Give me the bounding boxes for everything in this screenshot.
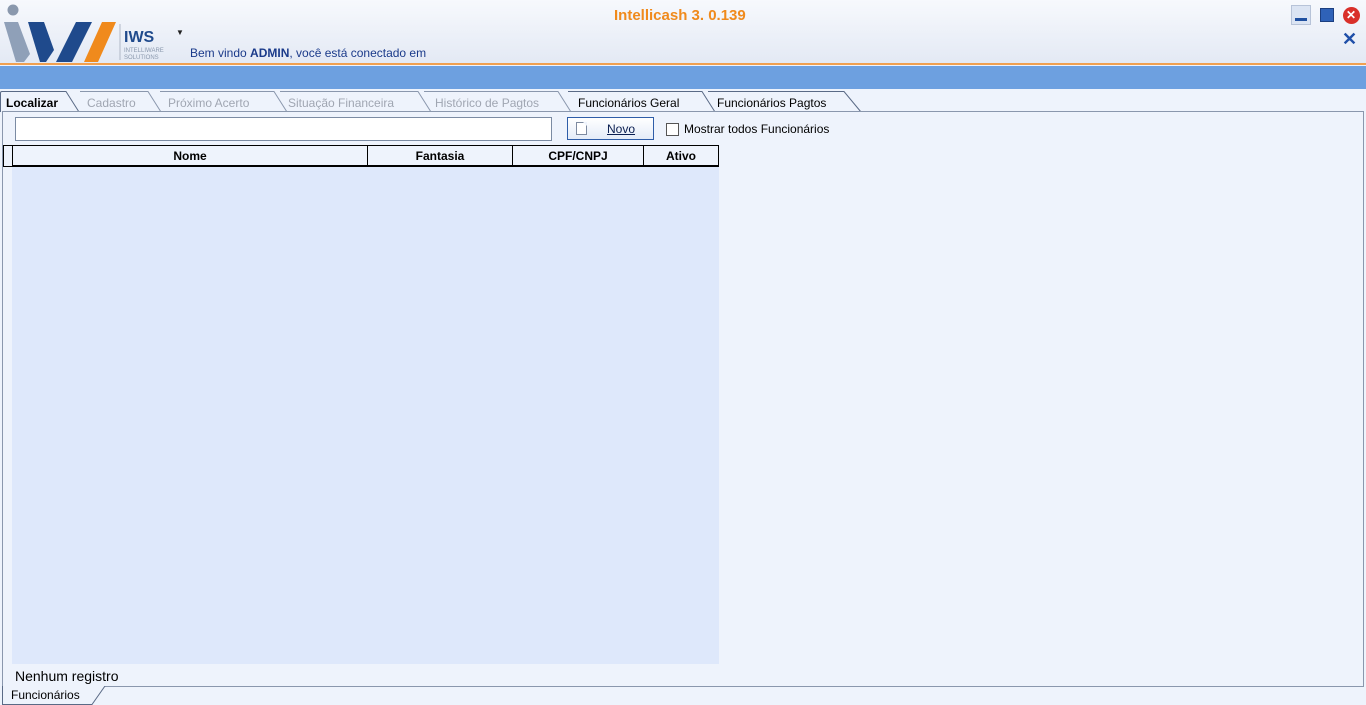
- novo-button[interactable]: Novo: [567, 117, 654, 140]
- column-header-ativo[interactable]: Ativo: [644, 146, 718, 165]
- tab-localizar[interactable]: Localizar: [0, 91, 80, 113]
- minimize-icon: [1295, 17, 1307, 21]
- tab-label: Funcionários Pagtos: [717, 96, 827, 110]
- grid-row-indicator-header: [3, 145, 12, 167]
- app-title: Intellicash 3. 0.139: [614, 7, 746, 24]
- maximize-button[interactable]: [1317, 5, 1337, 25]
- novo-button-label: Novo: [607, 121, 636, 136]
- grid-header: Nome Fantasia CPF/CNPJ Ativo: [12, 145, 719, 167]
- tab-funcionarios-pagtos[interactable]: Funcionários Pagtos: [704, 91, 862, 113]
- bottom-tab-funcionarios[interactable]: Funcionários: [2, 686, 106, 705]
- show-all-label: Mostrar todos Funcionários: [684, 122, 830, 136]
- app-header: IWS INTELLIWARE SOLUTIONS ▼ Bem vindo AD…: [0, 0, 1366, 64]
- tab-label: Situação Financeira: [288, 96, 395, 110]
- tab-proximo-acerto[interactable]: Próximo Acerto: [156, 91, 288, 113]
- logo-text: IWS: [124, 29, 155, 46]
- search-input[interactable]: [15, 117, 552, 141]
- iws-logo: IWS INTELLIWARE SOLUTIONS: [4, 4, 164, 62]
- column-header-nome[interactable]: Nome: [13, 146, 368, 165]
- header-divider: [0, 63, 1366, 65]
- logged-user: ADMIN: [250, 46, 290, 60]
- close-circle-icon: ✕: [1342, 6, 1360, 24]
- tab-label: Funcionários Geral: [578, 96, 680, 110]
- logo-subtext-2: SOLUTIONS: [124, 55, 159, 61]
- tab-situacao-financeira[interactable]: Situação Financeira: [276, 91, 432, 113]
- logo-subtext-1: INTELLIWARE: [124, 48, 164, 54]
- tab-label: Localizar: [6, 96, 59, 110]
- record-count-status: Nenhum registro: [15, 668, 119, 684]
- column-header-cpf-cnpj[interactable]: CPF/CNPJ: [513, 146, 644, 165]
- maximize-icon: [1320, 8, 1334, 22]
- tab-bar: Localizar Cadastro Próximo Acerto Situaç…: [0, 89, 1366, 113]
- tab-cadastro[interactable]: Cadastro: [76, 91, 162, 113]
- tab-funcionarios-geral[interactable]: Funcionários Geral: [564, 91, 716, 113]
- show-all-checkbox[interactable]: [666, 122, 679, 136]
- tab-label: Próximo Acerto: [168, 96, 250, 110]
- tab-label: Histórico de Pagtos: [435, 96, 540, 110]
- toolbar-band: [0, 66, 1366, 89]
- new-document-icon: [576, 122, 587, 135]
- tab-label: Cadastro: [87, 96, 136, 110]
- minimize-button[interactable]: [1291, 5, 1311, 25]
- results-grid[interactable]: Nome Fantasia CPF/CNPJ Ativo: [12, 145, 719, 664]
- close-app-button[interactable]: ✕: [1341, 5, 1361, 25]
- close-form-icon[interactable]: ✕: [1342, 30, 1357, 48]
- logo-dropdown-icon[interactable]: ▼: [176, 28, 184, 37]
- show-all-toggle[interactable]: Mostrar todos Funcionários: [666, 122, 829, 136]
- tab-historico-pagtos[interactable]: Histórico de Pagtos: [420, 91, 572, 113]
- bottom-tab-label: Funcionários: [11, 688, 80, 702]
- column-header-fantasia[interactable]: Fantasia: [368, 146, 513, 165]
- welcome-message: Bem vindo ADMIN, você está conectado em: [190, 46, 427, 60]
